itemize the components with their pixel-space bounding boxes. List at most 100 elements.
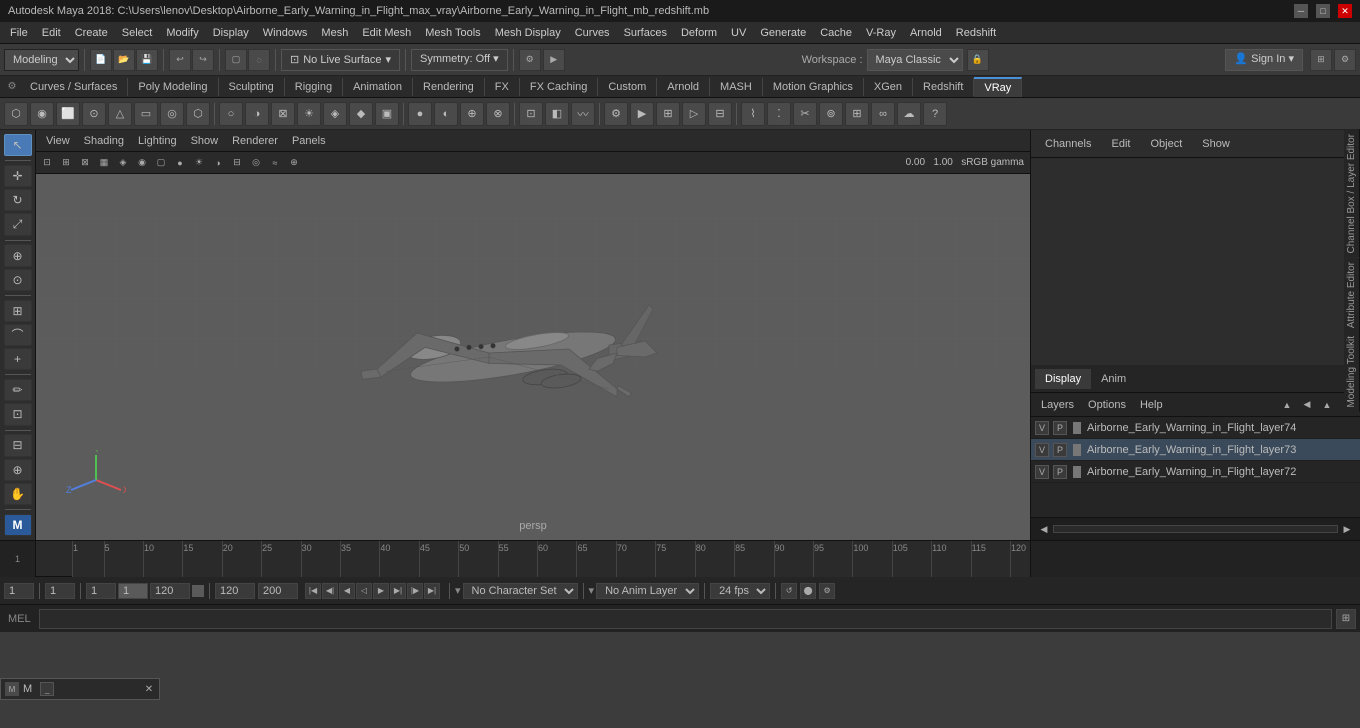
step-back-button[interactable]: ◀| (322, 583, 338, 599)
vp-persp-toggle[interactable]: ◈ (114, 154, 132, 172)
layer73-visibility[interactable]: V (1035, 443, 1049, 457)
menu-uv[interactable]: UV (725, 25, 752, 41)
current-frame-field[interactable]: 1 (4, 583, 34, 599)
tab-rigging[interactable]: Rigging (285, 78, 343, 96)
icon-vray-help[interactable]: ? (923, 102, 947, 126)
mel-input[interactable] (39, 609, 1332, 629)
tab-mash[interactable]: MASH (710, 78, 763, 96)
step-forward-button[interactable]: |▶ (407, 583, 423, 599)
icon-vray-blend[interactable]: ⊕ (460, 102, 484, 126)
channel-object-button[interactable]: Object (1144, 136, 1188, 152)
vp-frame-all[interactable]: ⊞ (57, 154, 75, 172)
sign-in-button[interactable]: 👤 Sign In ▾ (1225, 49, 1303, 71)
symmetry-button[interactable]: Symmetry: Off ▾ (411, 49, 508, 71)
layer-row[interactable]: V P Airborne_Early_Warning_in_Flight_lay… (1031, 439, 1360, 461)
menu-edit[interactable]: Edit (36, 25, 67, 41)
pan-button[interactable]: ✋ (4, 483, 32, 505)
playblast-button[interactable]: ▶ (543, 49, 565, 71)
prev-frame-button[interactable]: ◀ (339, 583, 355, 599)
character-set-dropdown[interactable]: No Character Set (463, 583, 578, 599)
icon-cylinder[interactable]: ⊙ (82, 102, 106, 126)
menu-create[interactable]: Create (69, 25, 114, 41)
next-frame-button[interactable]: ▶| (390, 583, 406, 599)
icon-vray-render[interactable]: ▶ (630, 102, 654, 126)
vp-xray-toggle[interactable]: ◉ (133, 154, 151, 172)
icon-cone[interactable]: △ (108, 102, 132, 126)
vp-lighting-btn[interactable]: ☀ (190, 154, 208, 172)
vp-menu-shading[interactable]: Shading (78, 133, 130, 149)
icon-nurbssphere[interactable]: ◉ (30, 102, 54, 126)
range-start-field[interactable]: 1 (86, 583, 116, 599)
icon-vray-swatches[interactable]: ⊟ (708, 102, 732, 126)
close-button[interactable]: ✕ (1338, 4, 1352, 18)
icon-vray-2sided[interactable]: ⊗ (486, 102, 510, 126)
vp-menu-renderer[interactable]: Renderer (226, 133, 284, 149)
menu-cache[interactable]: Cache (814, 25, 858, 41)
icon-torus[interactable]: ◎ (160, 102, 184, 126)
tab-redshift[interactable]: Redshift (913, 78, 974, 96)
layer-options-btn[interactable]: Options (1082, 397, 1132, 413)
vp-grid-toggle[interactable]: ▦ (95, 154, 113, 172)
channel-show-button[interactable]: Show (1196, 136, 1236, 152)
vp-menu-panels[interactable]: Panels (286, 133, 332, 149)
layer-row[interactable]: V P Airborne_Early_Warning_in_Flight_lay… (1031, 417, 1360, 439)
icon-vray-dome[interactable]: ◑ (245, 102, 269, 126)
menu-select[interactable]: Select (116, 25, 159, 41)
save-scene-button[interactable]: 💾 (136, 49, 158, 71)
layer72-visibility[interactable]: V (1035, 465, 1049, 479)
tab-rendering[interactable]: Rendering (413, 78, 485, 96)
mel-execute-button[interactable]: ⊞ (1336, 609, 1356, 629)
play-forward-button[interactable]: ▶ (373, 583, 389, 599)
move-tool-button[interactable]: ✛ (4, 165, 32, 187)
menu-modify[interactable]: Modify (160, 25, 204, 41)
menu-deform[interactable]: Deform (675, 25, 723, 41)
icon-vray-clipper[interactable]: ✂ (793, 102, 817, 126)
menu-arnold[interactable]: Arnold (904, 25, 948, 41)
scale-tool-button[interactable]: ⤢ (4, 213, 32, 235)
select-tool-button[interactable]: ↖ (4, 134, 32, 156)
layer74-visibility[interactable]: V (1035, 421, 1049, 435)
tabs-settings-button[interactable]: ⚙ (4, 79, 20, 95)
mode-dropdown[interactable]: Modeling (4, 49, 79, 71)
snap-curve-button[interactable]: ⌒ (4, 324, 32, 346)
layer-scroll-right[interactable]: ▶ (1338, 520, 1356, 538)
icon-vray-ipr[interactable]: ▷ (682, 102, 706, 126)
menu-mesh-tools[interactable]: Mesh Tools (419, 25, 486, 41)
total-frame-start[interactable]: 120 (215, 583, 255, 599)
layer-remove-button[interactable]: ◀ (1298, 396, 1316, 414)
menu-curves[interactable]: Curves (569, 25, 616, 41)
keyframe-button[interactable]: ⚙ (819, 583, 835, 599)
workspace-settings-button[interactable]: 🔒 (967, 49, 989, 71)
soft-mod-button[interactable]: ⊙ (4, 269, 32, 291)
lasso-button[interactable]: ◌ (248, 49, 270, 71)
menu-vray[interactable]: V-Ray (860, 25, 902, 41)
icon-vray-mtl[interactable]: ◐ (434, 102, 458, 126)
vp-menu-lighting[interactable]: Lighting (132, 133, 183, 149)
icon-vray-lens[interactable]: ⊚ (819, 102, 843, 126)
maximize-button[interactable]: □ (1316, 4, 1330, 18)
play-back-button[interactable]: ◁ (356, 583, 372, 599)
anim-layer-dropdown[interactable]: No Anim Layer (596, 583, 699, 599)
loop-button[interactable]: ↺ (781, 583, 797, 599)
layer-scrollbar[interactable] (1053, 525, 1338, 533)
rotate-tool-button[interactable]: ↻ (4, 189, 32, 211)
icon-vray-ies[interactable]: ◈ (323, 102, 347, 126)
viewport[interactable]: View Shading Lighting Show Renderer Pane… (36, 130, 1030, 540)
viewport-3d[interactable]: X Y Z persp (36, 174, 1030, 540)
icon-vray-settings[interactable]: ⚙ (604, 102, 628, 126)
icon-vray-mat[interactable]: ● (408, 102, 432, 126)
layer73-playback[interactable]: P (1053, 443, 1067, 457)
vp-frame-sel[interactable]: ⊠ (76, 154, 94, 172)
dialog-close-button[interactable]: ✕ (143, 683, 155, 695)
icon-sphere[interactable]: ⬡ (4, 102, 28, 126)
layer-display-tab[interactable]: Display (1035, 369, 1091, 389)
redo-button[interactable]: ↪ (192, 49, 214, 71)
icon-vray-ambient[interactable]: ◆ (349, 102, 373, 126)
icon-cube[interactable]: ⬜ (56, 102, 80, 126)
tab-xgen[interactable]: XGen (864, 78, 913, 96)
tab-poly-modeling[interactable]: Poly Modeling (128, 78, 218, 96)
workspace-dropdown[interactable]: Maya Classic (867, 49, 963, 71)
dialog-minimize-button[interactable]: _ (40, 682, 54, 696)
menu-redshift[interactable]: Redshift (950, 25, 1002, 41)
icon-vray-scatter[interactable]: ⁚ (767, 102, 791, 126)
